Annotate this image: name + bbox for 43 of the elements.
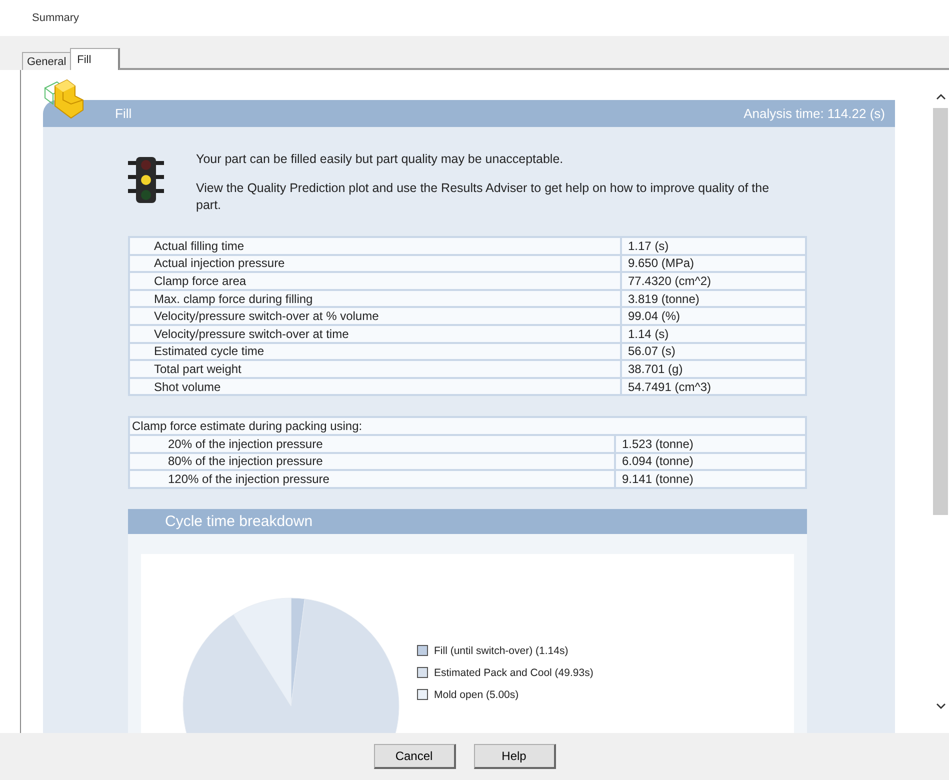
table-cell: 56.07 (s) bbox=[621, 342, 806, 360]
legend-swatch bbox=[417, 645, 428, 656]
table-cell: 99.04 (%) bbox=[621, 307, 806, 325]
table-cell: 20% of the injection pressure bbox=[129, 434, 615, 453]
table-cell: Actual injection pressure bbox=[129, 254, 621, 272]
table-cell: Max. clamp force during filling bbox=[129, 290, 621, 308]
table-cell: Total part weight bbox=[129, 360, 621, 378]
tab[interactable]: General bbox=[22, 52, 72, 70]
table-cell: 9.650 (MPa) bbox=[621, 254, 806, 272]
table-cell: Clamp force area bbox=[129, 272, 621, 290]
legend-swatch bbox=[417, 689, 428, 700]
table-cell: Velocity/pressure switch-over at % volume bbox=[129, 307, 621, 325]
legend-swatch bbox=[417, 667, 428, 678]
table-cell: 1.14 (s) bbox=[621, 324, 806, 343]
table-cell: 38.701 (g) bbox=[621, 360, 806, 378]
message-text: Your part can be filled easily but part quality may be unacceptable. bbox=[196, 151, 564, 168]
scroll-down-icon[interactable] bbox=[936, 703, 946, 709]
legend-label: Fill (until switch-over) (1.14s) bbox=[434, 644, 568, 657]
window-title: Summary bbox=[32, 12, 80, 24]
table-cell: Velocity/pressure switch-over at time bbox=[129, 324, 621, 343]
table-cell: 6.094 (tonne) bbox=[615, 452, 806, 470]
table-cell: Clamp force estimate during packing using: bbox=[129, 417, 806, 435]
table-cell: 1.17 (s) bbox=[621, 237, 806, 255]
dialog-button[interactable]: Help bbox=[474, 744, 556, 769]
table-cell: 1.523 (tonne) bbox=[615, 434, 806, 453]
table-cell: Estimated cycle time bbox=[129, 342, 621, 360]
table-cell: 120% of the injection pressure bbox=[129, 470, 615, 488]
section-title: Cycle time breakdown bbox=[165, 512, 313, 530]
card-title: Fill bbox=[115, 106, 132, 121]
analysis-time: Analysis time: 114.22 (s) bbox=[744, 106, 885, 121]
scroll-up-icon[interactable] bbox=[936, 94, 946, 100]
message-text: View the Quality Prediction plot and use the Results Adviser to get help on how to improve quality of the part. bbox=[196, 180, 770, 214]
table-cell: 77.4320 (cm^2) bbox=[621, 272, 806, 290]
table-cell: Shot volume bbox=[129, 378, 621, 396]
table-cell: 3.819 (tonne) bbox=[621, 290, 806, 308]
legend-label: Estimated Pack and Cool (49.93s) bbox=[434, 666, 594, 679]
tab[interactable]: Fill bbox=[70, 48, 120, 70]
table-cell: 80% of the injection pressure bbox=[129, 452, 615, 470]
table-cell: 54.7491 (cm^3) bbox=[621, 378, 806, 396]
legend-label: Mold open (5.00s) bbox=[434, 688, 519, 701]
table-cell: Actual filling time bbox=[129, 237, 621, 255]
dialog-button[interactable]: Cancel bbox=[374, 744, 456, 769]
table-cell: 9.141 (tonne) bbox=[615, 470, 806, 488]
